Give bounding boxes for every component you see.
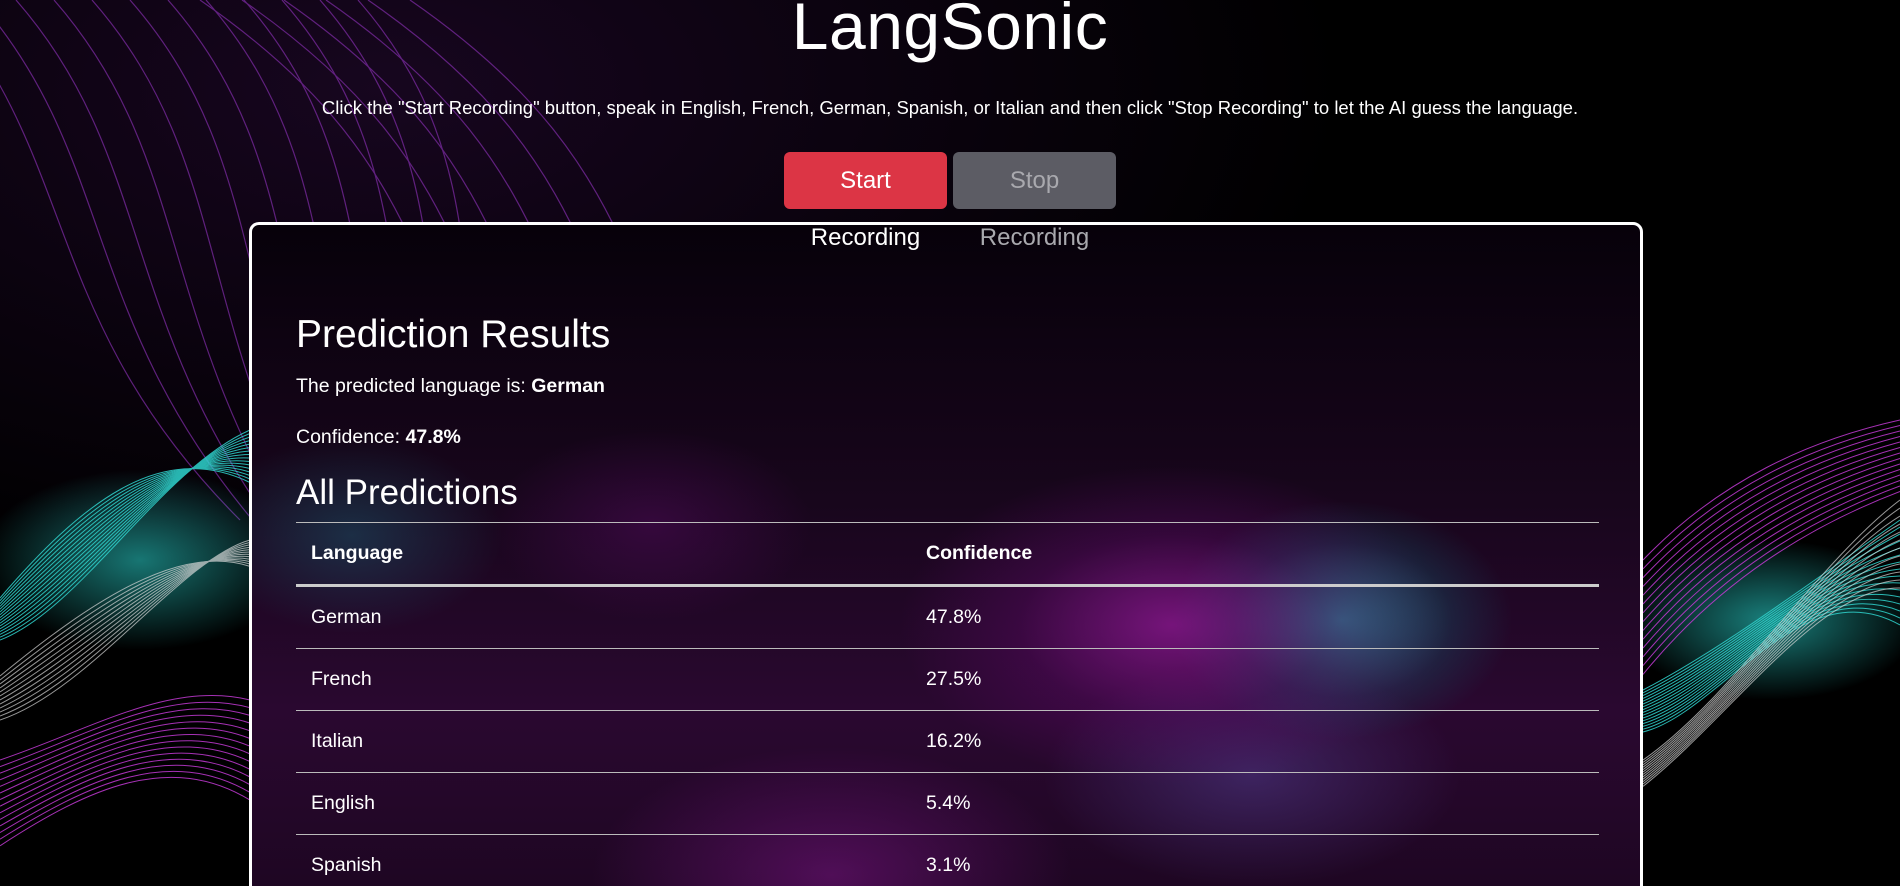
app-title: LangSonic [791, 0, 1109, 63]
confidence-label: Confidence: [296, 426, 406, 448]
table-row: Spanish 3.1% [296, 834, 1599, 886]
column-header-language: Language [296, 522, 911, 587]
confidence-cell: 27.5% [911, 648, 1599, 711]
confidence-cell: 3.1% [911, 834, 1599, 886]
table-row: French 27.5% [296, 648, 1599, 711]
table-row: German 47.8% [296, 585, 1599, 649]
all-predictions-heading: All Predictions [296, 473, 518, 512]
language-cell: Italian [296, 710, 911, 773]
column-header-confidence: Confidence [911, 522, 1599, 587]
language-cell: German [296, 585, 911, 649]
stop-recording-button[interactable]: Stop Recording [953, 152, 1116, 251]
results-card: Prediction Results The predicted languag… [249, 222, 1643, 886]
table-header-row: Language Confidence [296, 522, 1599, 587]
table-row: Italian 16.2% [296, 710, 1599, 773]
wave-line [0, 758, 251, 827]
predicted-language-line: The predicted language is: German [296, 375, 605, 398]
predicted-language-label: The predicted language is: [296, 375, 532, 397]
language-cell: French [296, 648, 911, 711]
table-row: English 5.4% [296, 772, 1599, 835]
confidence-cell: 5.4% [911, 772, 1599, 835]
recording-controls: Start Recording Stop Recording [0, 152, 1900, 251]
instructions-text: Click the "Start Recording" button, spea… [321, 97, 1579, 118]
prediction-results-heading: Prediction Results [296, 313, 611, 356]
confidence-cell: 47.8% [911, 585, 1599, 649]
predicted-language-value: German [531, 375, 605, 397]
wave-line [0, 694, 251, 761]
predictions-table: Language Confidence German 47.8% French … [296, 522, 1599, 886]
language-cell: Spanish [296, 834, 911, 886]
confidence-value: 47.8% [405, 426, 461, 448]
wave-line [0, 84, 241, 521]
wave-line [15, 0, 287, 545]
language-cell: English [296, 772, 911, 835]
confidence-line: Confidence: 47.8% [296, 426, 461, 449]
start-recording-button[interactable]: Start Recording [784, 152, 947, 251]
page: LangSonic Click the "Start Recording" bu… [0, 0, 1900, 886]
confidence-cell: 16.2% [911, 710, 1599, 773]
wave-line [0, 740, 251, 807]
